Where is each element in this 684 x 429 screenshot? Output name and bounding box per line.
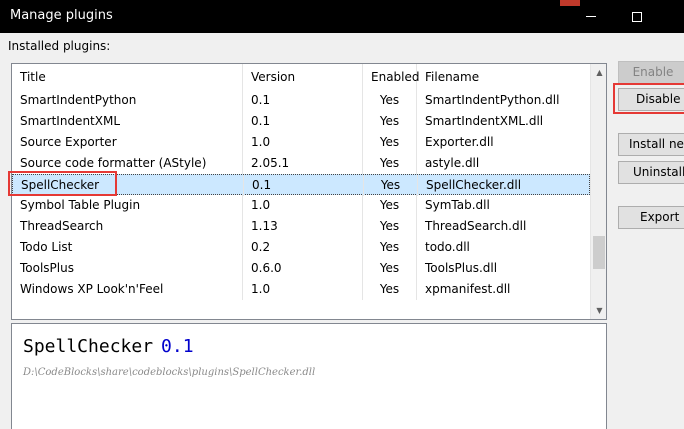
cell-version: 0.1 [244,175,364,196]
cell-enabled: Yes [363,258,417,279]
cell-enabled: Yes [363,195,417,216]
cell-filename: ToolsPlus.dll [425,261,498,275]
cell-filename: ThreadSearch.dll [425,219,527,233]
plugin-info-title: SpellChecker 0.1 [23,336,194,357]
cell-enabled: Yes [363,111,417,132]
minimize-button[interactable] [568,0,614,33]
cell-enabled: Yes [363,216,417,237]
install-new-button[interactable]: Install new [618,133,684,156]
minimize-icon [586,16,596,17]
cell-version: 1.0 [243,195,363,216]
plugin-info-name: SpellChecker [23,336,154,357]
plugin-info-panel: SpellChecker 0.1 D:\CodeBlocks\share\code… [11,323,607,429]
title-bar: Manage plugins [0,0,684,33]
uninstall-button[interactable]: Uninstall [618,161,684,184]
list-header: Title Version Enabled Filename [12,64,590,90]
column-header-title[interactable]: Title [12,64,243,90]
cell-version: 0.1 [243,90,363,111]
cell-filename: SmartIndentPython.dll [425,93,560,107]
table-row[interactable]: SmartIndentXML 0.1 Yes SmartIndentXML.dll [12,111,590,132]
plugin-info-path: D:\CodeBlocks\share\codeblocks\plugins\S… [23,367,316,378]
installed-plugins-label: Installed plugins: [8,39,111,53]
cell-filename: SmartIndentXML.dll [425,114,544,128]
table-row[interactable]: Todo List 0.2 Yes todo.dll [12,237,590,258]
cell-title: Todo List [12,237,243,258]
vertical-scrollbar[interactable]: ▲ ▼ [590,64,606,319]
table-row[interactable]: Source Exporter 1.0 Yes Exporter.dll [12,132,590,153]
cell-version: 0.2 [243,237,363,258]
scroll-down-icon[interactable]: ▼ [591,302,606,319]
table-row[interactable]: SmartIndentPython 0.1 Yes SmartIndentPython… [12,90,590,111]
cell-filename: astyle.dll [425,156,480,170]
plugin-info-version: 0.1 [161,336,194,357]
column-header-version[interactable]: Version [243,64,363,90]
spellchecker-highlight-box [8,171,117,196]
maximize-icon [632,11,642,22]
cell-title: ThreadSearch [12,216,243,237]
export-button[interactable]: Export [618,206,684,229]
cell-title: SmartIndentXML [12,111,243,132]
column-header-enabled[interactable]: Enabled [363,64,420,90]
cell-enabled: Yes [363,90,417,111]
table-row[interactable]: Windows XP Look'n'Feel 1.0 Yes xpmanifest.d… [12,279,590,300]
cell-version: 0.6.0 [243,258,363,279]
column-header-filename[interactable]: Filename [417,64,590,90]
cell-version: 0.1 [243,111,363,132]
cell-filename: SymTab.dll [425,198,490,212]
cell-enabled: Yes [364,175,418,196]
cell-enabled: Yes [363,153,417,174]
cell-version: 1.0 [243,279,363,300]
maximize-button[interactable] [614,0,660,33]
scrollbar-thumb[interactable] [593,236,605,269]
cell-version: 1.0 [243,132,363,153]
cell-filename: todo.dll [425,240,470,254]
cell-filename: Exporter.dll [425,135,494,149]
cell-filename: xpmanifest.dll [425,282,511,296]
cell-enabled: Yes [363,279,417,300]
cell-title: Windows XP Look'n'Feel [12,279,243,300]
scroll-up-icon[interactable]: ▲ [591,64,606,81]
table-row[interactable]: ToolsPlus 0.6.0 Yes ToolsPlus.dll [12,258,590,279]
table-row[interactable]: Symbol Table Plugin 1.0 Yes SymTab.dll [12,195,590,216]
table-row[interactable]: ThreadSearch 1.13 Yes ThreadSearch.dll [12,216,590,237]
cell-title: Source Exporter [12,132,243,153]
enable-button[interactable]: Enable [618,61,684,84]
cell-title: SmartIndentPython [12,90,243,111]
cell-enabled: Yes [363,132,417,153]
cell-enabled: Yes [363,237,417,258]
cell-filename: SpellChecker.dll [426,178,522,192]
window-title: Manage plugins [10,8,113,23]
disable-highlight-box [613,83,684,114]
cell-version: 1.13 [243,216,363,237]
cell-title: ToolsPlus [12,258,243,279]
cell-version: 2.05.1 [243,153,363,174]
cell-title: Symbol Table Plugin [12,195,243,216]
